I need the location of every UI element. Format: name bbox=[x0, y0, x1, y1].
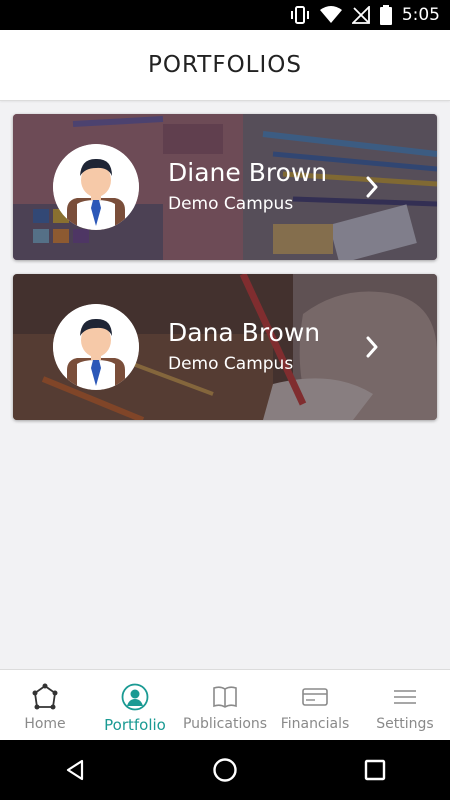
tab-label: Portfolio bbox=[104, 716, 166, 734]
portfolio-name: Dana Brown bbox=[168, 318, 321, 347]
tab-home[interactable]: Home bbox=[0, 670, 90, 741]
home-icon bbox=[32, 683, 58, 710]
portfolio-campus: Demo Campus bbox=[168, 194, 294, 214]
tab-publications[interactable]: Publications bbox=[180, 670, 270, 741]
recents-button[interactable] bbox=[345, 740, 405, 800]
app-header: PORTFOLIOS bbox=[0, 30, 450, 101]
portfolio-list: Diane Brown Demo Campus Dana Brown Demo … bbox=[13, 114, 437, 434]
recents-icon bbox=[364, 759, 386, 781]
card-icon bbox=[302, 688, 328, 706]
book-icon bbox=[213, 686, 237, 708]
chevron-right-icon bbox=[366, 336, 378, 358]
portfolio-icon bbox=[121, 683, 149, 711]
tab-label: Publications bbox=[182, 716, 268, 732]
bottom-tab-bar: Home Portfolio Publications Financials S… bbox=[0, 669, 450, 741]
tab-settings[interactable]: Settings bbox=[360, 670, 450, 741]
back-icon bbox=[66, 759, 84, 781]
student-avatar-icon bbox=[53, 304, 139, 390]
avatar bbox=[53, 304, 139, 390]
status-bar: 5:05 bbox=[0, 0, 450, 30]
system-navigation-bar bbox=[0, 740, 450, 800]
home-nav-button[interactable] bbox=[195, 740, 255, 800]
no-signal-icon bbox=[351, 6, 370, 24]
status-time: 5:05 bbox=[401, 5, 440, 25]
portfolio-campus: Demo Campus bbox=[168, 354, 294, 374]
portfolio-card-dana-brown[interactable]: Dana Brown Demo Campus bbox=[13, 274, 437, 420]
tab-financials[interactable]: Financials bbox=[270, 670, 360, 741]
chevron-right-icon bbox=[366, 176, 378, 198]
battery-icon bbox=[379, 5, 392, 25]
portfolio-name: Diane Brown bbox=[168, 158, 328, 187]
wifi-icon bbox=[319, 6, 342, 23]
tab-label: Home bbox=[24, 716, 66, 732]
page-title: PORTFOLIOS bbox=[148, 52, 302, 78]
tab-label: Financials bbox=[280, 716, 350, 732]
menu-icon bbox=[394, 690, 416, 704]
tab-portfolio[interactable]: Portfolio bbox=[90, 670, 180, 741]
home-circle-icon bbox=[213, 758, 237, 782]
portfolio-card-diane-brown[interactable]: Diane Brown Demo Campus bbox=[13, 114, 437, 260]
back-button[interactable] bbox=[45, 740, 105, 800]
student-avatar-icon bbox=[53, 144, 139, 230]
avatar bbox=[53, 144, 139, 230]
tab-label: Settings bbox=[376, 716, 434, 732]
vibrate-icon bbox=[290, 6, 309, 24]
